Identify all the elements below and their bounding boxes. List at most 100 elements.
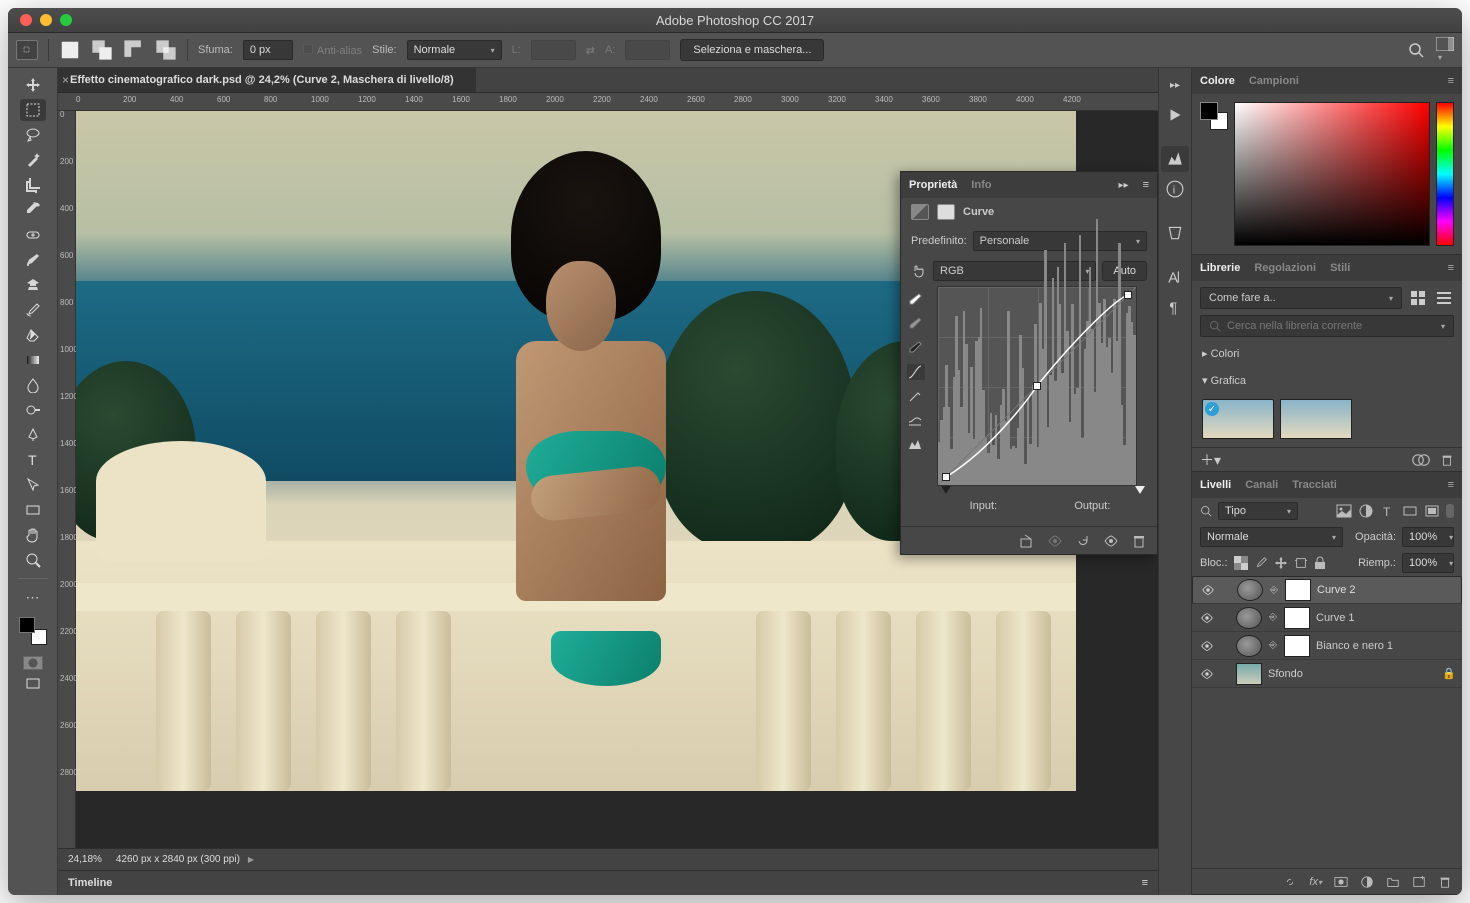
curve-point[interactable] bbox=[942, 473, 950, 481]
new-layer-icon[interactable] bbox=[1412, 875, 1426, 889]
filter-pixel-icon[interactable] bbox=[1336, 504, 1352, 518]
zoom-tool[interactable] bbox=[20, 549, 46, 571]
library-select[interactable]: Come fare a..▾ bbox=[1200, 287, 1402, 309]
move-tool[interactable] bbox=[20, 74, 46, 96]
brushes-panel-icon[interactable] bbox=[1161, 220, 1189, 246]
mask-thumb[interactable] bbox=[1284, 607, 1310, 629]
tab-styles[interactable]: Stili bbox=[1330, 262, 1350, 274]
visibility-toggle-icon[interactable] bbox=[1200, 667, 1214, 681]
tab-properties[interactable]: Proprietà bbox=[909, 179, 957, 191]
library-asset-thumb[interactable] bbox=[1280, 399, 1352, 439]
mask-link-icon[interactable]: ⎆ bbox=[1268, 612, 1278, 623]
history-brush-tool[interactable] bbox=[20, 299, 46, 321]
lock-position-icon[interactable] bbox=[1274, 556, 1288, 570]
delete-adjustment-icon[interactable] bbox=[1131, 533, 1147, 549]
lock-artboard-icon[interactable] bbox=[1294, 556, 1308, 570]
filter-toggle[interactable] bbox=[1446, 504, 1454, 518]
screen-mode-icon[interactable] bbox=[20, 673, 46, 695]
status-menu-icon[interactable]: ▶ bbox=[248, 855, 254, 864]
document-tab[interactable]: × Effetto cinematografico dark.psd @ 24,… bbox=[58, 68, 476, 92]
edit-toolbar-icon[interactable]: ⋯ bbox=[20, 586, 46, 608]
layer-row[interactable]: ⎆Curve 1 bbox=[1192, 604, 1462, 632]
fill-input[interactable]: 100%▾ bbox=[1402, 553, 1454, 573]
selection-add-icon[interactable] bbox=[91, 39, 113, 61]
tab-paths[interactable]: Tracciati bbox=[1292, 479, 1337, 491]
eraser-tool[interactable] bbox=[20, 324, 46, 346]
selection-new-icon[interactable] bbox=[59, 39, 81, 61]
lock-transparency-icon[interactable] bbox=[1234, 556, 1248, 570]
search-icon[interactable] bbox=[1408, 42, 1424, 58]
curve-point[interactable] bbox=[1124, 291, 1132, 299]
style-select[interactable]: Normale▾ bbox=[407, 40, 502, 60]
mask-thumb[interactable] bbox=[1284, 635, 1310, 657]
type-tool[interactable]: T bbox=[20, 449, 46, 471]
clip-to-layer-icon[interactable] bbox=[1019, 533, 1035, 549]
filter-shape-icon[interactable] bbox=[1402, 504, 1418, 518]
dodge-tool[interactable] bbox=[20, 399, 46, 421]
finger-icon[interactable] bbox=[911, 264, 927, 278]
play-icon[interactable] bbox=[1161, 102, 1189, 128]
lasso-tool[interactable] bbox=[20, 124, 46, 146]
quick-mask-toggle[interactable] bbox=[23, 656, 43, 670]
healing-brush-tool[interactable] bbox=[20, 224, 46, 246]
tab-libraries[interactable]: Librerie bbox=[1200, 262, 1240, 274]
panel-menu-icon[interactable]: ≡ bbox=[1142, 877, 1148, 889]
tab-adjustments[interactable]: Regolazioni bbox=[1254, 262, 1316, 274]
gradient-tool[interactable] bbox=[20, 349, 46, 371]
tab-color[interactable]: Colore bbox=[1200, 75, 1235, 87]
paragraph-panel-icon[interactable]: ¶ bbox=[1161, 294, 1189, 320]
histogram-options-icon[interactable] bbox=[907, 436, 925, 452]
filter-type-icon[interactable]: T bbox=[1380, 504, 1396, 518]
filter-icon[interactable] bbox=[1200, 505, 1212, 517]
delete-layer-icon[interactable] bbox=[1438, 875, 1452, 889]
path-selection-tool[interactable] bbox=[20, 474, 46, 496]
mask-icon[interactable] bbox=[937, 204, 955, 220]
curve-point[interactable] bbox=[1033, 382, 1041, 390]
clone-stamp-tool[interactable] bbox=[20, 274, 46, 296]
curve-edit-points-icon[interactable] bbox=[907, 364, 925, 380]
hand-tool[interactable] bbox=[20, 524, 46, 546]
panel-menu-icon[interactable]: ≡ bbox=[1448, 262, 1454, 274]
visibility-toggle-icon[interactable] bbox=[1201, 583, 1215, 597]
lock-icon[interactable]: 🔒 bbox=[1442, 667, 1454, 680]
view-previous-icon[interactable] bbox=[1047, 533, 1063, 549]
add-asset-icon[interactable]: ＋▾ bbox=[1200, 450, 1221, 470]
lock-all-icon[interactable] bbox=[1314, 556, 1326, 570]
selection-intersect-icon[interactable] bbox=[155, 39, 177, 61]
tab-close-icon[interactable]: × bbox=[62, 73, 69, 87]
layer-thumb[interactable] bbox=[1236, 663, 1262, 685]
smooth-icon[interactable] bbox=[907, 412, 925, 428]
link-layers-icon[interactable] bbox=[1283, 875, 1297, 889]
marquee-tool[interactable] bbox=[20, 99, 46, 121]
brush-tool[interactable] bbox=[20, 249, 46, 271]
tool-preset-picker[interactable] bbox=[16, 40, 38, 60]
channel-select[interactable]: RGB▾ bbox=[933, 261, 1096, 281]
close-window-button[interactable] bbox=[20, 14, 32, 26]
zoom-window-button[interactable] bbox=[60, 14, 72, 26]
lock-pixels-icon[interactable] bbox=[1254, 556, 1268, 570]
reset-icon[interactable] bbox=[1075, 533, 1091, 549]
blend-mode-select[interactable]: Normale▾ bbox=[1200, 527, 1343, 547]
library-search[interactable]: Cerca nella libreria corrente ▾ bbox=[1200, 315, 1454, 337]
magic-wand-tool[interactable] bbox=[20, 149, 46, 171]
histogram-panel-icon[interactable] bbox=[1161, 146, 1189, 172]
tab-info[interactable]: Info bbox=[971, 179, 991, 191]
pen-tool[interactable] bbox=[20, 424, 46, 446]
crop-tool[interactable] bbox=[20, 174, 46, 196]
lib-section-colori[interactable]: ▸ Colori bbox=[1200, 343, 1454, 364]
rectangle-tool[interactable] bbox=[20, 499, 46, 521]
preset-select[interactable]: Personale▾ bbox=[973, 231, 1147, 251]
collapse-icon[interactable]: ▸▸ bbox=[1119, 180, 1129, 191]
feather-input[interactable] bbox=[243, 40, 293, 60]
layer-mask-icon[interactable] bbox=[1334, 875, 1348, 889]
selection-subtract-icon[interactable] bbox=[123, 39, 145, 61]
sampler-black-icon[interactable] bbox=[907, 340, 925, 356]
visibility-toggle-icon[interactable] bbox=[1200, 611, 1214, 625]
panel-menu-icon[interactable]: ≡ bbox=[1448, 75, 1454, 87]
grid-view-icon[interactable] bbox=[1408, 287, 1428, 309]
zoom-value[interactable]: 24,18% bbox=[68, 854, 102, 865]
info-panel-icon[interactable]: i bbox=[1161, 176, 1189, 202]
properties-panel[interactable]: Proprietà Info ▸▸ ≡ Curve Predefi bbox=[900, 171, 1158, 555]
layer-row[interactable]: ⎆Bianco e nero 1 bbox=[1192, 632, 1462, 660]
library-asset-thumb[interactable] bbox=[1202, 399, 1274, 439]
